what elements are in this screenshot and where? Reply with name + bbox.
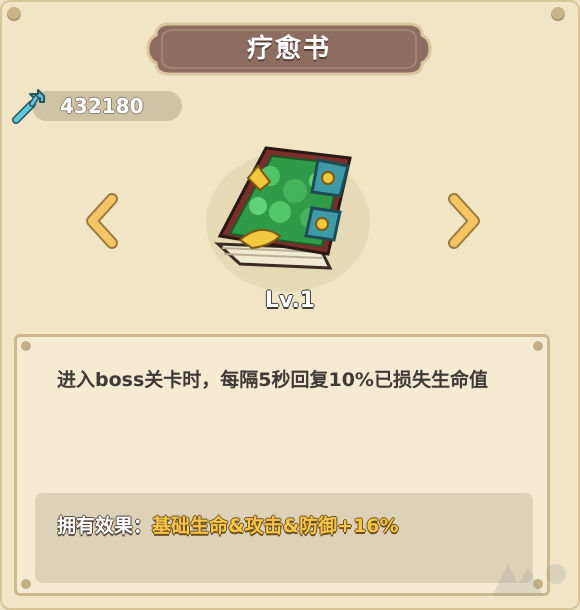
effect-label: 拥有效果：: [57, 515, 153, 537]
frame-corner-ornament: [7, 7, 21, 21]
item-description: 进入boss关卡时，每隔5秒回复10%已损失生命值: [57, 369, 488, 391]
page-title: 疗愈书: [246, 34, 331, 64]
panel-corner-ornament: [21, 579, 31, 589]
panel-corner-ornament: [21, 341, 31, 351]
item-level: Lv.1: [264, 288, 316, 313]
effect-value: 基础生命&攻击&防御+16%: [152, 515, 399, 537]
currency-value: 432180: [60, 94, 144, 118]
effect-box: 拥有效果：基础生命&攻击&防御+16%: [35, 493, 533, 583]
chevron-left-icon: [86, 193, 118, 249]
wrench-icon: [12, 89, 45, 124]
panel-corner-ornament: [533, 341, 543, 351]
book-icon: [206, 146, 370, 292]
watermark-logo: [492, 564, 566, 596]
title-plate: 疗愈书: [146, 21, 432, 77]
info-panel: 进入boss关卡时，每隔5秒回复10%已损失生命值 拥有效果：基础生命&攻击&防…: [14, 334, 550, 596]
currency-counter: 432180: [10, 86, 182, 124]
next-item-button[interactable]: [444, 193, 484, 249]
prev-item-button[interactable]: [82, 193, 122, 249]
chevron-right-icon: [448, 193, 480, 249]
frame-corner-ornament: [551, 7, 565, 21]
effect-line: 拥有效果：基础生命&攻击&防御+16%: [57, 511, 515, 538]
